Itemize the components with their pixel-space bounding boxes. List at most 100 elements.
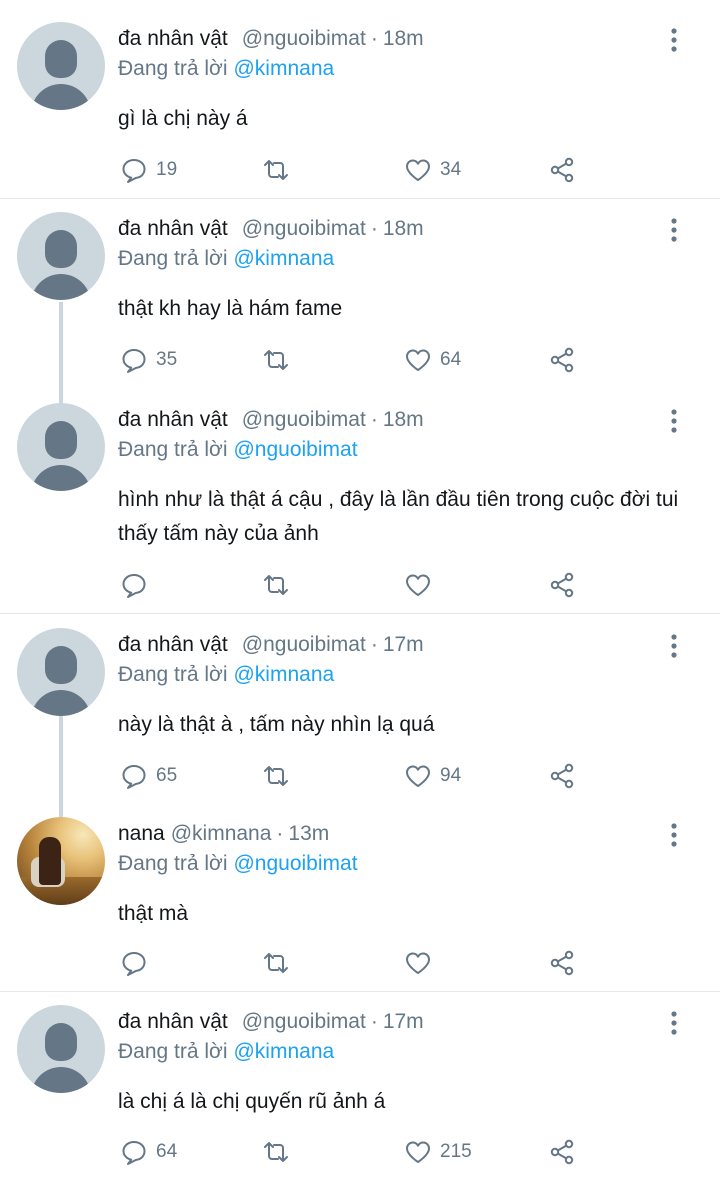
heart-icon	[406, 765, 430, 787]
replying-prefix: Đang trả lời	[118, 663, 228, 686]
replying-to-link[interactable]: @nguoibimat	[233, 438, 357, 461]
tweet-text: thật kh hay là hám fame	[118, 297, 343, 320]
retweet-arrows-icon	[264, 160, 288, 180]
like-count: 64	[440, 349, 462, 370]
user-handle[interactable]: @nguoibimat	[242, 408, 366, 432]
default-avatar[interactable]	[17, 212, 105, 300]
reply-button[interactable]: 65	[120, 758, 177, 794]
user-handle[interactable]: @kimnana	[171, 822, 272, 846]
retweet-button[interactable]	[262, 152, 298, 188]
share-nodes-icon	[550, 347, 574, 373]
replying-to-link[interactable]: @kimnana	[233, 1040, 334, 1063]
vertical-dots-icon[interactable]	[664, 407, 684, 435]
tweet-header: đa nhân vật @nguoibimat · 17m	[118, 1007, 424, 1037]
tweet-header: đa nhân vật @nguoibimat · 18m	[118, 24, 424, 54]
tweet-text: này là thật à , tấm này nhìn lạ quá	[118, 713, 435, 736]
share-nodes-icon	[550, 572, 574, 598]
timestamp[interactable]: 13m	[288, 822, 329, 846]
user-photo-avatar[interactable]	[17, 817, 105, 905]
retweet-button[interactable]	[262, 945, 298, 981]
user-handle[interactable]: @nguoibimat	[242, 217, 366, 241]
timestamp[interactable]: 18m	[383, 408, 424, 432]
speech-bubble-icon	[122, 159, 146, 183]
user-handle[interactable]: @nguoibimat	[242, 633, 366, 657]
reply-count: 64	[156, 1141, 178, 1162]
separator-dot: ·	[370, 1010, 378, 1033]
reply-count: 65	[156, 765, 178, 786]
reply-button[interactable]: 35	[120, 342, 177, 378]
default-avatar[interactable]	[17, 403, 105, 491]
like-count: 34	[440, 159, 462, 180]
like-button[interactable]: 64	[404, 342, 461, 378]
retweet-button[interactable]	[262, 342, 298, 378]
replying-to: Đang trả lời @kimnana	[118, 1040, 334, 1064]
speech-bubble-icon	[122, 765, 146, 789]
like-button[interactable]	[404, 567, 440, 603]
display-name[interactable]: đa nhân vật	[118, 408, 228, 432]
heart-icon	[406, 159, 430, 181]
share-button[interactable]	[548, 152, 576, 188]
retweet-button[interactable]	[262, 758, 298, 794]
replying-to: Đang trả lời @kimnana	[118, 247, 334, 271]
tweet-text: gì là chị này á	[118, 107, 248, 130]
vertical-dots-icon[interactable]	[664, 1009, 684, 1037]
replying-prefix: Đang trả lời	[118, 57, 228, 80]
heart-icon	[406, 952, 430, 974]
speech-bubble-icon	[122, 952, 146, 976]
display-name[interactable]: đa nhân vật	[118, 217, 228, 241]
share-button[interactable]	[548, 758, 576, 794]
reply-button[interactable]	[120, 567, 156, 603]
share-nodes-icon	[550, 1139, 574, 1165]
display-name[interactable]: đa nhân vật	[118, 633, 228, 657]
like-button[interactable]	[404, 945, 440, 981]
replying-to: Đang trả lời @nguoibimat	[118, 438, 358, 462]
timestamp[interactable]: 17m	[383, 633, 424, 657]
heart-icon	[406, 574, 430, 596]
user-handle[interactable]: @nguoibimat	[242, 1010, 366, 1034]
heart-icon	[406, 1141, 430, 1163]
replying-to-link[interactable]: @nguoibimat	[233, 852, 357, 875]
share-button[interactable]	[548, 342, 576, 378]
like-button[interactable]: 34	[404, 152, 461, 188]
reply-button[interactable]: 19	[120, 152, 177, 188]
vertical-dots-icon[interactable]	[664, 26, 684, 54]
share-button[interactable]	[548, 1134, 576, 1170]
share-button[interactable]	[548, 945, 576, 981]
tweet-header: nana @kimnana · 13m	[118, 819, 329, 849]
display-name[interactable]: đa nhân vật	[118, 1010, 228, 1034]
replying-to-link[interactable]: @kimnana	[233, 57, 334, 80]
share-nodes-icon	[550, 763, 574, 789]
replying-prefix: Đang trả lời	[118, 438, 228, 461]
share-nodes-icon	[550, 950, 574, 976]
share-button[interactable]	[548, 567, 576, 603]
replying-prefix: Đang trả lời	[118, 247, 228, 270]
like-count: 94	[440, 765, 462, 786]
timestamp[interactable]: 18m	[383, 217, 424, 241]
retweet-arrows-icon	[264, 350, 288, 370]
replying-to-link[interactable]: @kimnana	[233, 663, 334, 686]
retweet-button[interactable]	[262, 567, 298, 603]
vertical-dots-icon[interactable]	[664, 821, 684, 849]
timestamp[interactable]: 18m	[383, 27, 424, 51]
reply-button[interactable]: 64	[120, 1134, 177, 1170]
timestamp[interactable]: 17m	[383, 1010, 424, 1034]
default-avatar[interactable]	[17, 22, 105, 110]
vertical-dots-icon[interactable]	[664, 632, 684, 660]
display-name[interactable]: nana	[118, 822, 165, 846]
user-handle[interactable]: @nguoibimat	[242, 27, 366, 51]
tweet-text: là chị á là chị quyến rũ ảnh á	[118, 1090, 386, 1113]
retweet-button[interactable]	[262, 1134, 298, 1170]
default-avatar[interactable]	[17, 1005, 105, 1093]
display-name[interactable]: đa nhân vật	[118, 27, 228, 51]
retweet-arrows-icon	[264, 1142, 288, 1162]
replying-to: Đang trả lời @kimnana	[118, 663, 334, 687]
like-button[interactable]: 215	[404, 1134, 472, 1170]
reply-count: 19	[156, 159, 178, 180]
like-button[interactable]: 94	[404, 758, 461, 794]
vertical-dots-icon[interactable]	[664, 216, 684, 244]
default-avatar[interactable]	[17, 628, 105, 716]
replying-to-link[interactable]: @kimnana	[233, 247, 334, 270]
reply-button[interactable]	[120, 945, 156, 981]
tweet-header: đa nhân vật @nguoibimat · 18m	[118, 405, 424, 435]
tweet-text: thật mà	[118, 902, 189, 925]
